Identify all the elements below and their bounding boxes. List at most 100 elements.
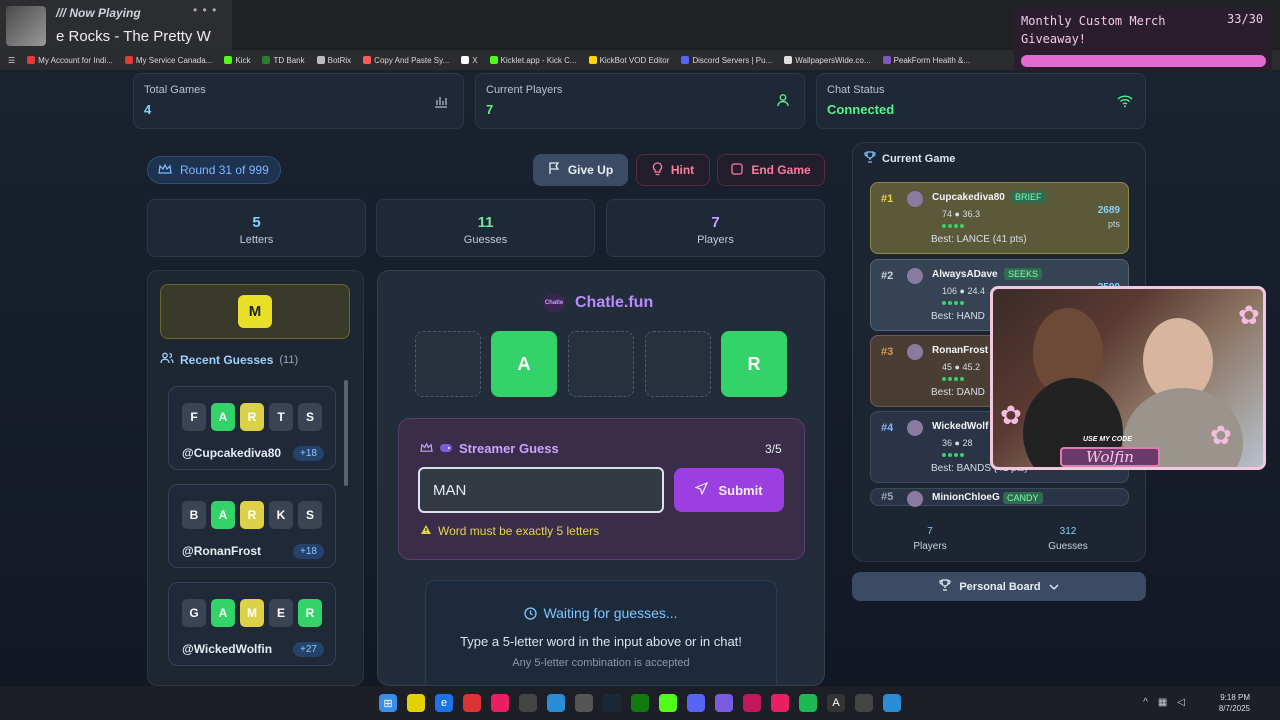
leaderboard-username: RonanFrost (932, 345, 989, 356)
current-game-header: Current Game (864, 151, 955, 166)
steam-icon[interactable] (603, 694, 621, 712)
guess-card: G A M E R @WickedWolfin +27 (168, 582, 336, 666)
discord-icon[interactable] (687, 694, 705, 712)
creator-code-label: USE MY CODE (1083, 436, 1132, 443)
terminal-icon[interactable] (519, 694, 537, 712)
letter-tile: T (269, 403, 293, 431)
streamer-guess-header: Streamer Guess (420, 441, 559, 456)
xbox-icon[interactable] (631, 694, 649, 712)
letter-tile: F (182, 403, 206, 431)
chevron-up-icon[interactable]: ^ (1143, 697, 1148, 708)
system-tray[interactable]: ^ ▦ ◁ (1143, 697, 1185, 708)
round-badge: Round 31 of 999 (147, 156, 281, 184)
give-up-label: Give Up (567, 163, 614, 177)
letters-card: 5 Letters (147, 199, 366, 257)
media-icon[interactable] (743, 694, 761, 712)
shield-app-icon[interactable] (463, 694, 481, 712)
personal-board-label: Personal Board (959, 580, 1041, 593)
bookmark-item[interactable]: Discord Servers | Pu... (681, 56, 772, 65)
bookmark-item[interactable]: KickBot VOD Editor (588, 56, 669, 65)
user-icon (776, 93, 790, 110)
submit-button[interactable]: Submit (674, 468, 784, 512)
letter-tile: G (182, 599, 206, 627)
notes-icon[interactable] (407, 694, 425, 712)
progress-dots (942, 224, 964, 228)
bookmark-label: Kicklet.app - Kick C... (500, 55, 577, 65)
volume-icon[interactable]: ◁ (1177, 697, 1185, 708)
end-game-label: End Game (751, 163, 811, 177)
system-clock[interactable]: 9:18 PM 8/7/2025 (1219, 692, 1250, 714)
guess-tiles: FARTS (182, 403, 322, 431)
photos-icon[interactable] (883, 694, 901, 712)
letter-tile: M (240, 599, 264, 627)
personal-board-button[interactable]: Personal Board (852, 572, 1146, 601)
bookmark-favicon-icon (262, 56, 271, 64)
arrow-app-icon[interactable] (855, 694, 873, 712)
bookmark-item[interactable]: X (461, 56, 478, 65)
app-icon[interactable] (575, 694, 593, 712)
streamer-guess-input[interactable] (418, 467, 664, 513)
bookmark-favicon-icon (224, 56, 233, 64)
bookmark-menu-icon[interactable]: ☰ (8, 56, 15, 65)
spotify-icon[interactable] (799, 694, 817, 712)
bookmark-item[interactable]: WallpapersWide.co... (784, 56, 871, 65)
leaderboard-username: Cupcakediva80 (932, 192, 1005, 203)
players-summary: 7 Players (905, 526, 955, 552)
submit-label: Submit (718, 482, 763, 498)
word-slot: R (721, 331, 787, 397)
end-game-button[interactable]: End Game (717, 154, 825, 186)
network-icon[interactable]: ▦ (1158, 697, 1167, 708)
recent-guesses-scrollbar[interactable] (344, 380, 348, 486)
clock-time: 9:18 PM (1220, 693, 1250, 702)
guesses-summary-value: 312 (1059, 526, 1077, 537)
guess-points-badge: +18 (293, 544, 324, 559)
record-icon[interactable] (491, 694, 509, 712)
leaderboard-entry: #1 Cupcakediva80 BRIEF 74 ● 36.3 2689 pts Best… (870, 182, 1129, 254)
bookmark-item[interactable]: PeakForm Health &... (882, 56, 970, 65)
flag-icon (548, 162, 560, 178)
guess-username: @Cupcakediva80 (182, 446, 282, 460)
bookmark-item[interactable]: Copy And Paste Sy... (363, 56, 449, 65)
hint-button[interactable]: Hint (636, 154, 710, 186)
adobe-icon[interactable]: A (827, 694, 845, 712)
more-icon[interactable]: • • • (193, 3, 217, 17)
leaderboard-entry: #5 MinionChloeG CANDY (870, 488, 1129, 507)
lightbulb-icon (652, 161, 663, 179)
bookmark-label: Copy And Paste Sy... (374, 55, 450, 65)
guess-card: F A R T S @Cupcakediva80 +18 (168, 386, 336, 470)
bookmark-item[interactable]: My Account for Indi... (27, 56, 113, 65)
bookmark-item[interactable]: TD Bank (262, 56, 305, 65)
streamer-guess-count: 3/5 (765, 442, 782, 456)
letter-tile: S (298, 501, 322, 529)
game-icon[interactable] (659, 694, 677, 712)
avatar (907, 344, 923, 360)
current-game-title: Current Game (882, 152, 956, 165)
leaderboard-score-unit: pts (1107, 219, 1120, 229)
bookmark-item[interactable]: BotRix (316, 56, 351, 65)
bookmark-favicon-icon (489, 56, 498, 64)
bookmark-item[interactable]: Kick (224, 56, 250, 65)
brand-name: Chatle.fun (575, 294, 654, 311)
chat-icon[interactable] (715, 694, 733, 712)
leaderboard-username: MinionChloeG (932, 492, 1000, 503)
trophy-icon (864, 151, 876, 166)
recent-guesses-header: Recent Guesses (11) (160, 352, 298, 367)
bookmark-item[interactable]: Kicklet.app - Kick C... (489, 55, 577, 65)
location-icon[interactable] (771, 694, 789, 712)
album-art (6, 6, 46, 46)
letters-value: 5 (252, 214, 261, 231)
guess-username: @WickedWolfin (182, 642, 273, 656)
flower-decoration: ✿ (1210, 420, 1232, 450)
start-icon[interactable]: ⊞ (379, 694, 397, 712)
bookmark-item[interactable]: My Service Canada... (124, 56, 212, 65)
hint-label: Hint (670, 163, 695, 177)
edge-icon[interactable]: e (435, 694, 453, 712)
leaderboard-word-tag: CANDY (1003, 492, 1043, 504)
merch-title: Monthly Custom Merch Giveaway! (1021, 14, 1166, 46)
settings-icon[interactable] (547, 694, 565, 712)
letter-tile: R (240, 403, 264, 431)
letter-tile: K (269, 501, 293, 529)
bookmark-favicon-icon (27, 56, 36, 64)
guesses-value: 11 (477, 214, 494, 231)
give-up-button[interactable]: Give Up (533, 154, 628, 186)
